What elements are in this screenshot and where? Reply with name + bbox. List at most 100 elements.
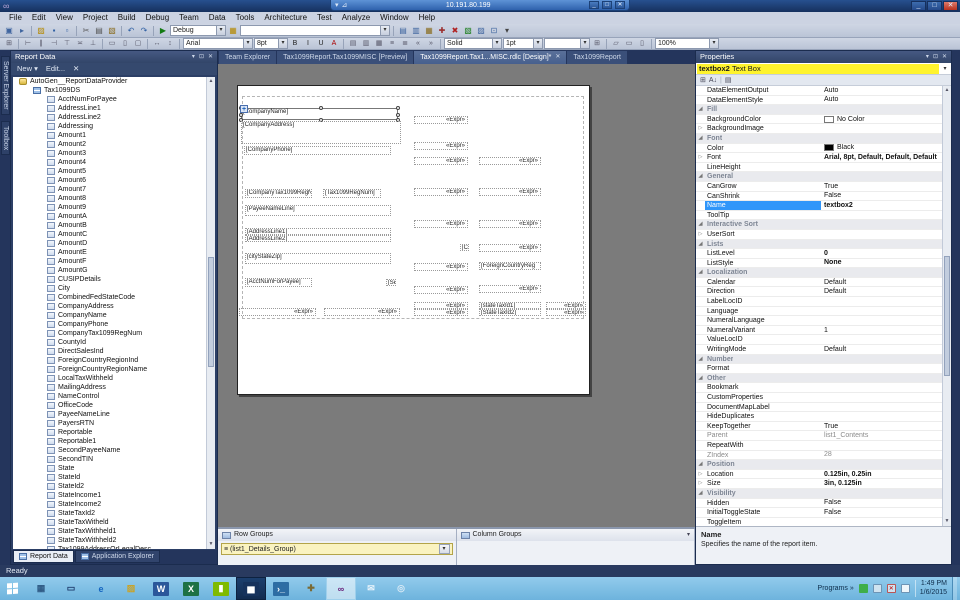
tree-field-acctnumforpayee[interactable]: AcctNumForPayee bbox=[13, 95, 215, 104]
tree-field-amount2[interactable]: Amount2 bbox=[13, 140, 215, 149]
property-row-numerallanguage[interactable]: NumeralLanguage bbox=[696, 316, 942, 326]
command-window-icon[interactable]: ▨ bbox=[475, 25, 487, 36]
print-preview-icon[interactable]: ▯ bbox=[636, 39, 648, 49]
chevron-down-icon[interactable]: ▾ bbox=[243, 39, 252, 48]
tree-field-companytax1099regnum[interactable]: CompanyTax1099RegNum bbox=[13, 329, 215, 338]
designer-textbox-expr[interactable]: «Expr» bbox=[414, 188, 468, 196]
close-button[interactable]: ✕ bbox=[943, 1, 958, 11]
selection-handle[interactable] bbox=[396, 113, 400, 117]
tree-field-amount8[interactable]: Amount8 bbox=[13, 194, 215, 203]
scroll-up-icon[interactable]: ▲ bbox=[207, 77, 215, 86]
tree-field-amountb[interactable]: AmountB bbox=[13, 221, 215, 230]
pin-icon[interactable]: ⊡ bbox=[933, 51, 938, 63]
property-row-dataelementoutput[interactable]: DataElementOutputAuto bbox=[696, 86, 942, 96]
property-row-zindex[interactable]: ZIndex28 bbox=[696, 451, 942, 461]
action-center-icon[interactable] bbox=[859, 584, 868, 593]
open-containing-folder-icon[interactable]: ▦ bbox=[227, 25, 239, 36]
powershell-icon[interactable]: ›_ bbox=[266, 577, 296, 600]
edit-button[interactable]: Edit... bbox=[46, 63, 65, 75]
property-category-localization[interactable]: ◢Localization bbox=[696, 268, 942, 278]
decrease-indent-icon[interactable]: « bbox=[412, 39, 424, 49]
report-page[interactable]: [CompanyName]+[CompanyAddress][CompanyPh… bbox=[237, 85, 590, 395]
menu-analyze[interactable]: Analyze bbox=[337, 12, 375, 24]
tree-field-amount7[interactable]: Amount7 bbox=[13, 185, 215, 194]
taskbar-clock[interactable]: 1:49 PM 1/6/2015 bbox=[915, 580, 947, 597]
rdp-connection-bar[interactable]: ▾ ⊿ 10.191.80.199 _ □ ✕ bbox=[330, 0, 630, 11]
selection-handle[interactable] bbox=[396, 106, 400, 110]
designer-textbox-expr[interactable]: «Expr» bbox=[414, 286, 468, 294]
tree-field-addressline1[interactable]: AddressLine1 bbox=[13, 104, 215, 113]
page-setup-icon[interactable]: ▱ bbox=[610, 39, 622, 49]
property-row-color[interactable]: ColorBlack bbox=[696, 144, 942, 154]
internet-explorer-icon[interactable]: e bbox=[86, 577, 116, 600]
designer-textbox-expr[interactable]: «Expr» bbox=[324, 308, 400, 316]
rdp-close-button[interactable]: ✕ bbox=[615, 1, 625, 9]
menu-build[interactable]: Build bbox=[113, 12, 141, 24]
border-style-combo[interactable]: Solid▾ bbox=[444, 38, 502, 49]
rdp-minimize-button[interactable]: _ bbox=[589, 1, 599, 9]
designer-textbox-companyphone[interactable]: [CompanyPhone] bbox=[244, 146, 391, 155]
tree-field-amounte[interactable]: AmountE bbox=[13, 248, 215, 257]
tree-field-stateid[interactable]: StateId bbox=[13, 473, 215, 482]
tree-field-payersrtn[interactable]: PayersRTN bbox=[13, 419, 215, 428]
tree-field-mailingaddress[interactable]: MailingAddress bbox=[13, 383, 215, 392]
designer-textbox-acctnumforpayee[interactable]: [AcctNumForPayee] bbox=[245, 278, 312, 287]
delete-button[interactable]: ✕ bbox=[73, 63, 79, 75]
menu-file[interactable]: File bbox=[4, 12, 27, 24]
chevron-down-icon[interactable]: ▾ bbox=[940, 64, 950, 74]
property-category-interactive-sort[interactable]: ◢Interactive Sort bbox=[696, 220, 942, 230]
menu-edit[interactable]: Edit bbox=[27, 12, 51, 24]
save-all-icon[interactable]: ▫ bbox=[61, 25, 73, 36]
find-combo[interactable]: ▾ bbox=[240, 25, 390, 36]
tree-field-companyphone[interactable]: CompanyPhone bbox=[13, 320, 215, 329]
property-row-language[interactable]: Language bbox=[696, 307, 942, 317]
same-size-icon[interactable]: ▢ bbox=[132, 39, 144, 49]
menu-tools[interactable]: Tools bbox=[231, 12, 260, 24]
property-row-size[interactable]: ▷Size3in, 0.125in bbox=[696, 479, 942, 489]
start-button[interactable] bbox=[0, 577, 26, 600]
properties-scrollbar[interactable]: ▲ ▼ bbox=[942, 86, 951, 526]
chevron-down-icon[interactable]: ▾ bbox=[687, 529, 690, 541]
tree-field-cusipdetails[interactable]: CUSIPDetails bbox=[13, 275, 215, 284]
menu-view[interactable]: View bbox=[51, 12, 78, 24]
minimize-button[interactable]: _ bbox=[911, 1, 926, 11]
solution-explorer-icon[interactable]: ▤ bbox=[397, 25, 409, 36]
align-text-left-icon[interactable]: ▤ bbox=[347, 39, 359, 49]
tree-field-stateid2[interactable]: StateId2 bbox=[13, 482, 215, 491]
property-row-canshrink[interactable]: CanShrinkFalse bbox=[696, 192, 942, 202]
align-left-edges-icon[interactable]: ⊢ bbox=[22, 39, 34, 49]
designer-textbox-statetaxid1[interactable]: [stateTaxId1] bbox=[479, 302, 541, 309]
italic-icon[interactable]: I bbox=[302, 39, 314, 49]
horizontal-spacing-icon[interactable]: ↔ bbox=[151, 39, 163, 49]
word-icon[interactable]: W bbox=[146, 577, 176, 600]
zoom-combo[interactable]: 100%▾ bbox=[655, 38, 719, 49]
property-row-numeralvariant[interactable]: NumeralVariant1 bbox=[696, 326, 942, 336]
tree-node-dataset[interactable]: Tax1099DS bbox=[13, 86, 215, 95]
property-category-position[interactable]: ◢Position bbox=[696, 460, 942, 470]
selection-handle[interactable] bbox=[319, 106, 323, 110]
designer-textbox-statetaxid2[interactable]: [StateTaxId2] bbox=[479, 309, 541, 316]
scroll-thumb[interactable] bbox=[208, 257, 214, 367]
property-row-name[interactable]: Nametextbox2 bbox=[696, 201, 942, 211]
designer-textbox-companytax1099regnu[interactable]: [CompanyTax1099RegNu bbox=[245, 189, 312, 198]
debug-target-combo[interactable]: Debug▾ bbox=[170, 25, 226, 36]
property-row-backgroundcolor[interactable]: BackgroundColorNo Color bbox=[696, 115, 942, 125]
tree-field-amountg[interactable]: AmountG bbox=[13, 266, 215, 275]
tree-field-state[interactable]: State bbox=[13, 464, 215, 473]
report-designer-icon[interactable]: ▅ bbox=[236, 577, 266, 600]
property-row-backgroundimage[interactable]: ▷BackgroundImage bbox=[696, 124, 942, 134]
property-row-labellocid[interactable]: LabelLocID bbox=[696, 297, 942, 307]
tree-field-statetaxwitheld[interactable]: StateTaxWitheld bbox=[13, 518, 215, 527]
property-row-listlevel[interactable]: ListLevel0 bbox=[696, 249, 942, 259]
window-layout-icon[interactable]: ⊡ bbox=[488, 25, 500, 36]
designer-textbox-payeenameline[interactable]: [PayeeNameLine] bbox=[245, 205, 391, 216]
panel-tab-report-data[interactable]: Report Data bbox=[13, 550, 74, 563]
tree-field-companyaddress[interactable]: CompanyAddress bbox=[13, 302, 215, 311]
cut-icon[interactable]: ✂ bbox=[80, 25, 92, 36]
tree-field-foreigncountryregionname[interactable]: ForeignCountryRegionName bbox=[13, 365, 215, 374]
copy-icon[interactable]: ▤ bbox=[93, 25, 105, 36]
start-debug-icon[interactable]: ▶ bbox=[157, 25, 169, 36]
tree-field-tax1099addressorlegaldesc[interactable]: Tax1099AddressOrLegalDesc bbox=[13, 545, 215, 549]
tree-field-amount6[interactable]: Amount6 bbox=[13, 176, 215, 185]
snap-to-grid-icon[interactable]: ⊞ bbox=[3, 39, 15, 49]
